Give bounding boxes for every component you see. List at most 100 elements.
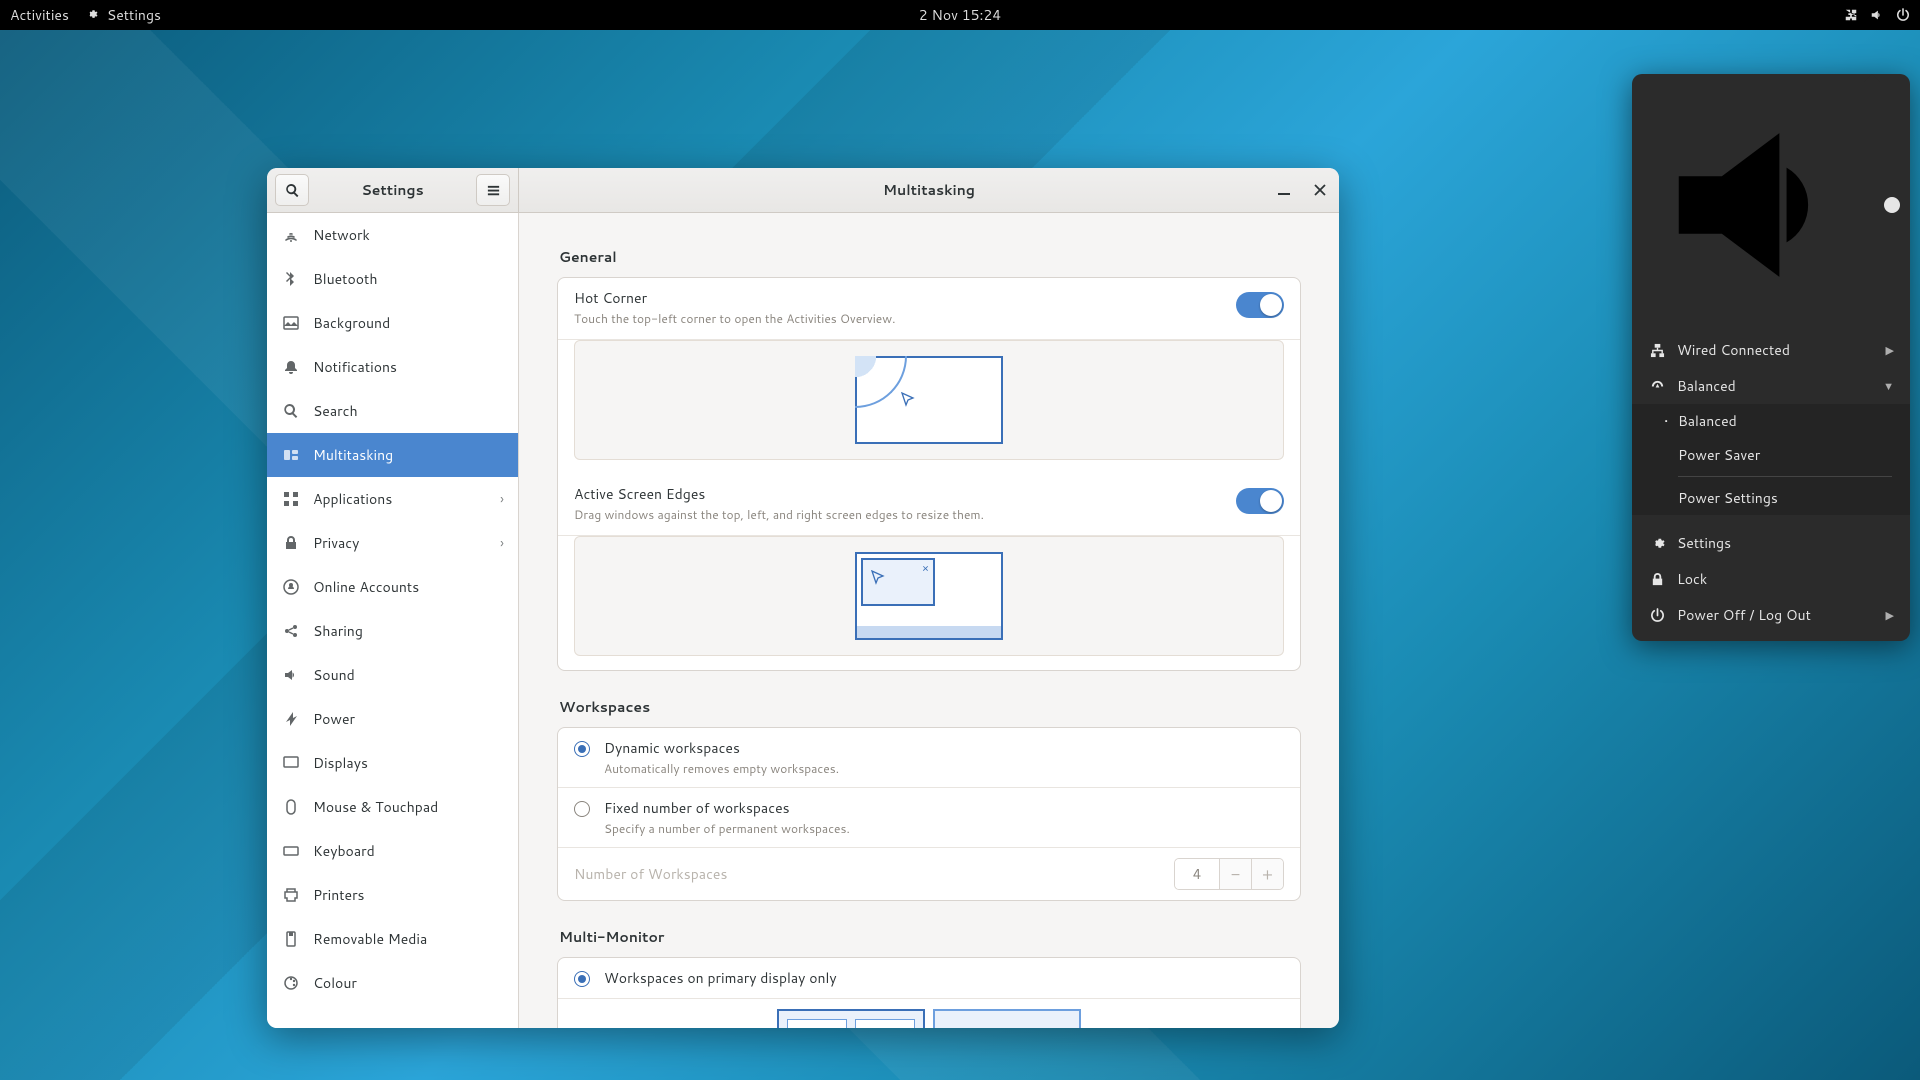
row-workspace-count: Number of Workspaces − + bbox=[558, 848, 1300, 900]
mouse-icon bbox=[283, 799, 299, 815]
power-icon bbox=[1896, 8, 1910, 22]
page-title: Multitasking bbox=[519, 180, 1339, 200]
row-hot-corner: Hot Corner Touch the top-left corner to … bbox=[558, 278, 1300, 340]
speedometer-icon bbox=[1650, 379, 1665, 394]
sidebar-item-label: Removable Media bbox=[313, 929, 427, 949]
sidebar-item-network[interactable]: Network bbox=[267, 213, 518, 257]
increment-button[interactable]: + bbox=[1251, 859, 1283, 889]
bluetooth-icon bbox=[283, 271, 299, 287]
sidebar-item-printers[interactable]: Printers bbox=[267, 873, 518, 917]
sidebar-item-label: Power bbox=[313, 709, 355, 729]
workspace-count-input[interactable] bbox=[1175, 859, 1219, 889]
gear-icon bbox=[87, 8, 101, 22]
sidebar-item-label: Keyboard bbox=[313, 841, 375, 861]
active-edges-description: Drag windows against the top, left, and … bbox=[574, 506, 1224, 523]
sidebar-item-applications[interactable]: Applications› bbox=[267, 477, 518, 521]
search-button[interactable] bbox=[275, 174, 309, 206]
sidebar-title: Settings bbox=[317, 180, 468, 200]
privacy-icon bbox=[283, 535, 299, 551]
colour-icon bbox=[283, 975, 299, 991]
sidebar-item-label: Colour bbox=[313, 973, 357, 993]
volume-control[interactable] bbox=[1632, 86, 1910, 332]
hot-corner-illustration bbox=[574, 340, 1284, 460]
sidebar-item-displays[interactable]: Displays bbox=[267, 741, 518, 785]
section-title-general: General bbox=[559, 247, 1301, 267]
radio-dynamic-workspaces[interactable]: Dynamic workspaces Automatically removes… bbox=[558, 728, 1300, 788]
hot-corner-toggle[interactable] bbox=[1236, 292, 1284, 318]
card-workspaces: Dynamic workspaces Automatically removes… bbox=[557, 727, 1301, 901]
sidebar-item-label: Displays bbox=[313, 753, 368, 773]
sidebar-item-removable[interactable]: Removable Media bbox=[267, 917, 518, 961]
workspace-count-spinner[interactable]: − + bbox=[1174, 858, 1284, 890]
sidebar-item-label: Privacy bbox=[313, 533, 359, 553]
printers-icon bbox=[283, 887, 299, 903]
clock[interactable]: 2 Nov 15:24 bbox=[919, 5, 1001, 25]
sidebar-item-sound[interactable]: Sound bbox=[267, 653, 518, 697]
active-edges-toggle[interactable] bbox=[1236, 488, 1284, 514]
displays-icon bbox=[283, 755, 299, 771]
menu-item-network[interactable]: Wired Connected ▶ bbox=[1632, 332, 1910, 368]
decrement-button[interactable]: − bbox=[1219, 859, 1251, 889]
menu-item-poweroff[interactable]: Power Off / Log Out ▶ bbox=[1632, 597, 1910, 633]
multimonitor-illustration bbox=[558, 999, 1300, 1028]
sidebar-item-background[interactable]: Background bbox=[267, 301, 518, 345]
sidebar-item-online-accounts[interactable]: Online Accounts bbox=[267, 565, 518, 609]
submenu-item-power-saver[interactable]: Power Saver bbox=[1632, 438, 1910, 472]
sidebar-item-multitasking[interactable]: Multitasking bbox=[267, 433, 518, 477]
minimize-button[interactable] bbox=[1273, 179, 1295, 201]
close-button[interactable] bbox=[1309, 179, 1331, 201]
sidebar-item-bluetooth[interactable]: Bluetooth bbox=[267, 257, 518, 301]
search-icon bbox=[283, 403, 299, 419]
sidebar-item-search[interactable]: Search bbox=[267, 389, 518, 433]
hamburger-menu-button[interactable] bbox=[476, 174, 510, 206]
sharing-icon bbox=[283, 623, 299, 639]
network-icon bbox=[283, 227, 299, 243]
system-menu-popover: Wired Connected ▶ Balanced ▼ Balanced Po… bbox=[1632, 74, 1910, 641]
system-status-area[interactable] bbox=[1844, 8, 1910, 22]
sidebar-item-mouse[interactable]: Mouse & Touchpad bbox=[267, 785, 518, 829]
chevron-right-icon: ▶ bbox=[1886, 607, 1894, 623]
sidebar-item-colour[interactable]: Colour bbox=[267, 961, 518, 1005]
section-title-multimonitor: Multi-Monitor bbox=[559, 927, 1301, 947]
menu-item-lock[interactable]: Lock bbox=[1632, 561, 1910, 597]
search-icon bbox=[285, 183, 300, 198]
sidebar-item-label: Multitasking bbox=[313, 445, 393, 465]
settings-content[interactable]: General Hot Corner Touch the top-left co… bbox=[519, 213, 1339, 1028]
sidebar-item-sharing[interactable]: Sharing bbox=[267, 609, 518, 653]
multitasking-icon bbox=[283, 447, 299, 463]
sidebar-item-privacy[interactable]: Privacy › bbox=[267, 521, 518, 565]
menu-item-power-profile[interactable]: Balanced ▼ bbox=[1632, 368, 1910, 404]
sidebar-item-notifications[interactable]: Notifications bbox=[267, 345, 518, 389]
card-general: Hot Corner Touch the top-left corner to … bbox=[557, 277, 1301, 671]
submenu-item-balanced[interactable]: Balanced bbox=[1632, 404, 1910, 438]
sidebar-item-label: Sound bbox=[313, 665, 355, 685]
chevron-down-icon: ▼ bbox=[1883, 378, 1894, 394]
gear-icon bbox=[1650, 536, 1665, 551]
menu-item-settings[interactable]: Settings bbox=[1632, 525, 1910, 561]
card-multimonitor: Workspaces on primary display only bbox=[557, 957, 1301, 1028]
sidebar-item-power[interactable]: Power bbox=[267, 697, 518, 741]
section-title-workspaces: Workspaces bbox=[559, 697, 1301, 717]
minimize-icon bbox=[1278, 184, 1290, 196]
sidebar-item-label: Printers bbox=[313, 885, 365, 905]
volume-icon bbox=[1650, 90, 1880, 320]
active-edges-label: Active Screen Edges bbox=[574, 484, 1224, 504]
chevron-right-icon: › bbox=[500, 533, 504, 553]
radio-primary-only[interactable]: Workspaces on primary display only bbox=[558, 958, 1300, 999]
sidebar-item-keyboard[interactable]: Keyboard bbox=[267, 829, 518, 873]
activities-button[interactable]: Activities bbox=[10, 5, 69, 25]
radio-fixed-workspaces[interactable]: Fixed number of workspaces Specify a num… bbox=[558, 788, 1300, 848]
submenu-item-power-settings[interactable]: Power Settings bbox=[1632, 481, 1910, 515]
sidebar-item-label: Notifications bbox=[313, 357, 397, 377]
settings-sidebar: Network Bluetooth Background Notifications S… bbox=[267, 213, 519, 1028]
hamburger-icon bbox=[486, 183, 501, 198]
settings-window: Settings Multitasking Network Bluetooth Ba… bbox=[267, 168, 1339, 1028]
sidebar-item-label: Search bbox=[313, 401, 358, 421]
sidebar-item-label: Bluetooth bbox=[313, 269, 377, 289]
sidebar-item-label: Network bbox=[313, 225, 370, 245]
hot-corner-label: Hot Corner bbox=[574, 288, 1224, 308]
active-app-indicator[interactable]: Settings bbox=[87, 5, 161, 25]
close-icon bbox=[1314, 184, 1326, 196]
sidebar-item-label: Sharing bbox=[313, 621, 363, 641]
lock-icon bbox=[1650, 572, 1665, 587]
